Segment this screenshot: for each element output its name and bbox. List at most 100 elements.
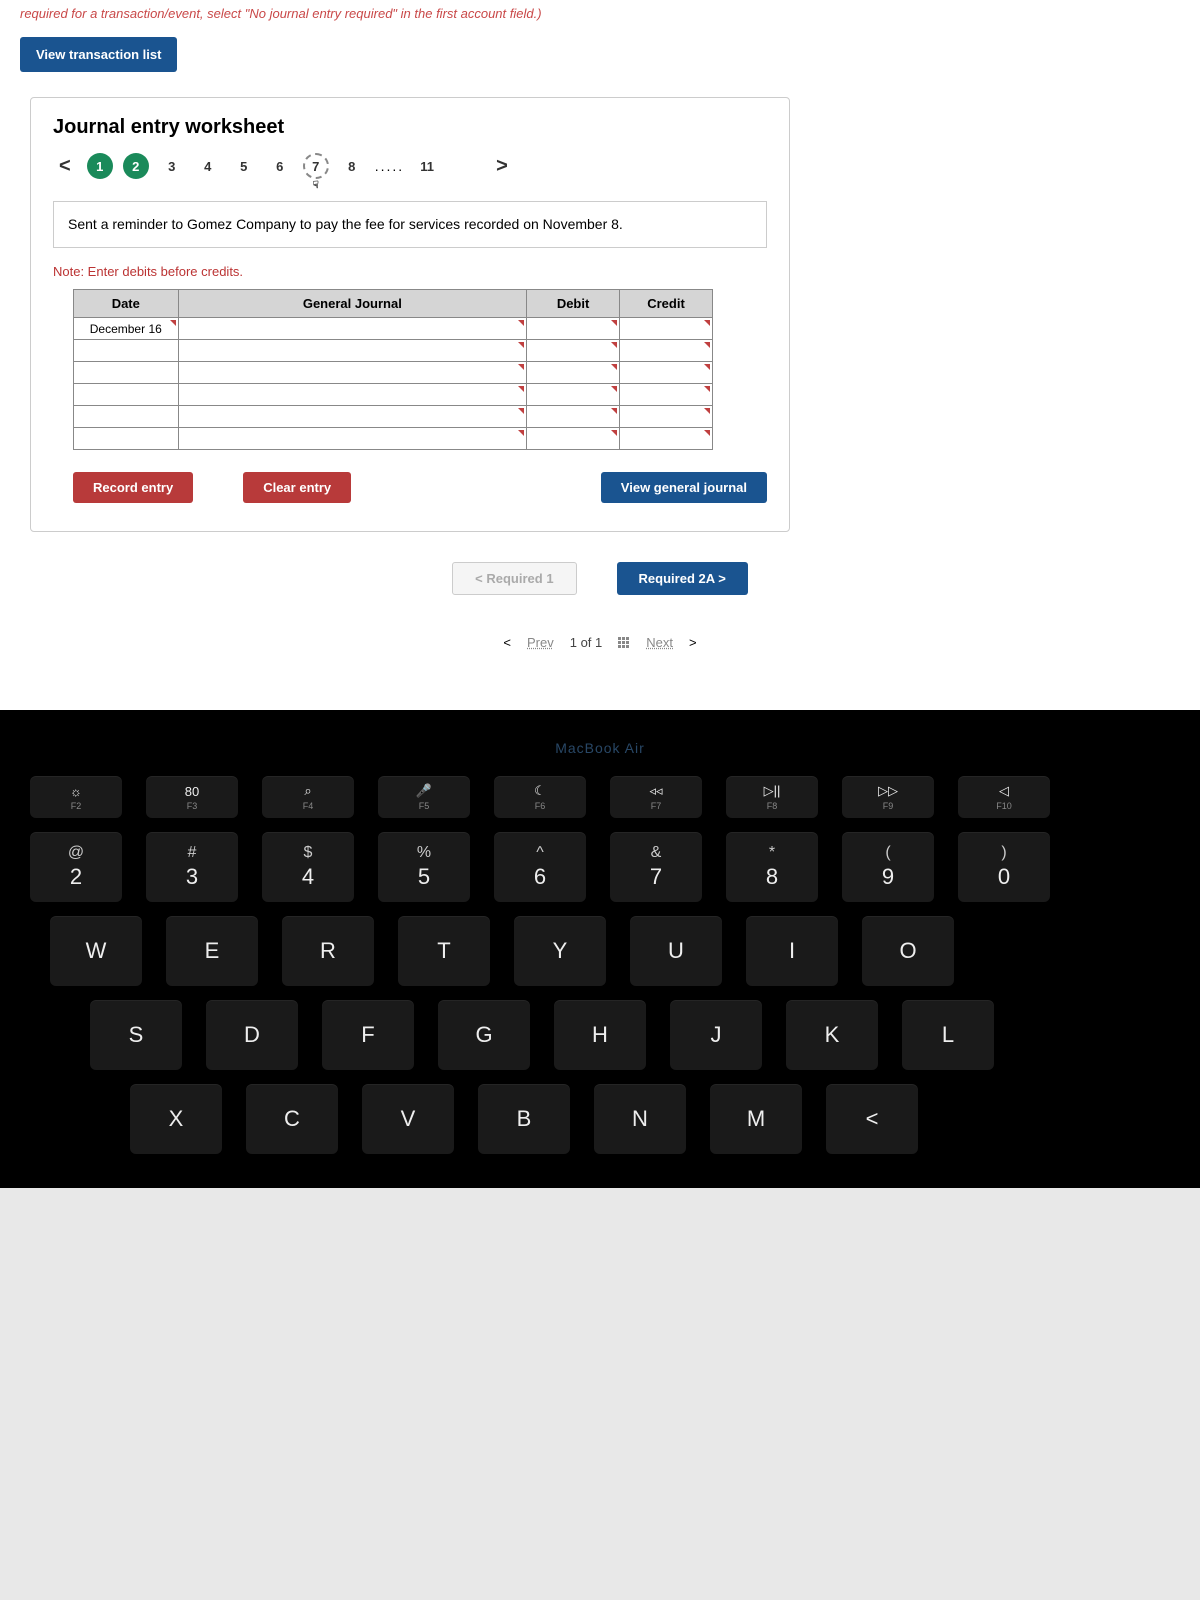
required-2a-button[interactable]: Required 2A >	[617, 562, 748, 595]
key-F2: ☼F2	[30, 776, 122, 818]
cell[interactable]	[178, 362, 527, 384]
step-8[interactable]: 8	[339, 153, 365, 179]
cell[interactable]	[620, 428, 713, 450]
key-0: )0	[958, 832, 1050, 902]
key-F6: ☾F6	[494, 776, 586, 818]
required-1-button[interactable]: < Required 1	[452, 562, 576, 595]
pager-prev-arrow[interactable]: <	[503, 635, 511, 650]
cell[interactable]	[178, 384, 527, 406]
step-3[interactable]: 3	[159, 153, 185, 179]
col-general-journal: General Journal	[178, 290, 527, 318]
worksheet-card: Journal entry worksheet < 1 2 3 4 5 6 7 …	[30, 97, 790, 532]
keyboard: MacBook Air ☼F280F3⌕F4🎤F5☾F6◃◃F7▷||F8▷▷F…	[0, 710, 1200, 1188]
cell[interactable]	[74, 362, 179, 384]
dropdown-icon[interactable]	[611, 320, 617, 326]
cell[interactable]	[620, 340, 713, 362]
nav-prev-arrow[interactable]: <	[53, 155, 77, 178]
cell-debit[interactable]	[527, 318, 620, 340]
key-F9: ▷▷F9	[842, 776, 934, 818]
clear-entry-button[interactable]: Clear entry	[243, 472, 351, 503]
cell[interactable]	[74, 340, 179, 362]
key-7: &7	[610, 832, 702, 902]
key-R: R	[282, 916, 374, 986]
key-B: B	[478, 1084, 570, 1154]
cell-gj[interactable]	[178, 318, 527, 340]
step-navigation: < 1 2 3 4 5 6 7 8 ..... 11 >	[53, 153, 767, 179]
note-text: Note: Enter debits before credits.	[53, 264, 767, 279]
dropdown-icon[interactable]	[518, 320, 524, 326]
key-L: L	[902, 1000, 994, 1070]
pager-next-arrow[interactable]: >	[689, 635, 697, 650]
key-Y: Y	[514, 916, 606, 986]
cell[interactable]	[620, 406, 713, 428]
step-4[interactable]: 4	[195, 153, 221, 179]
cell[interactable]	[178, 340, 527, 362]
key-8: *8	[726, 832, 818, 902]
pager-prev[interactable]: Prev	[527, 635, 554, 650]
cell-date[interactable]: December 16	[74, 318, 179, 340]
key-W: W	[50, 916, 142, 986]
key-X: X	[130, 1084, 222, 1154]
cell[interactable]	[74, 428, 179, 450]
key-F10: ◁F10	[958, 776, 1050, 818]
cell-credit[interactable]	[620, 318, 713, 340]
key-E: E	[166, 916, 258, 986]
grid-view-icon[interactable]	[618, 637, 630, 649]
cell[interactable]	[620, 362, 713, 384]
key-J: J	[670, 1000, 762, 1070]
key-N: N	[594, 1084, 686, 1154]
step-11[interactable]: 11	[414, 153, 440, 179]
key-F8: ▷||F8	[726, 776, 818, 818]
cell[interactable]	[527, 384, 620, 406]
view-transaction-list-button[interactable]: View transaction list	[20, 37, 177, 72]
col-debit: Debit	[527, 290, 620, 318]
key-F7: ◃◃F7	[610, 776, 702, 818]
key-G: G	[438, 1000, 530, 1070]
transaction-description: Sent a reminder to Gomez Company to pay …	[53, 201, 767, 248]
key-I: I	[746, 916, 838, 986]
step-6[interactable]: 6	[267, 153, 293, 179]
pager: < Prev 1 of 1 Next >	[20, 635, 1180, 680]
key-K: K	[786, 1000, 878, 1070]
key-F: F	[322, 1000, 414, 1070]
key-S: S	[90, 1000, 182, 1070]
key-V: V	[362, 1084, 454, 1154]
key-D: D	[206, 1000, 298, 1070]
key-2: @2	[30, 832, 122, 902]
cell[interactable]	[527, 340, 620, 362]
step-7-current[interactable]: 7	[303, 153, 329, 179]
key-6: ^6	[494, 832, 586, 902]
key-4: $4	[262, 832, 354, 902]
cell[interactable]	[74, 384, 179, 406]
key-C: C	[246, 1084, 338, 1154]
cell[interactable]	[74, 406, 179, 428]
instruction-text: required for a transaction/event, select…	[20, 0, 1180, 27]
key-5: %5	[378, 832, 470, 902]
record-entry-button[interactable]: Record entry	[73, 472, 193, 503]
step-5[interactable]: 5	[231, 153, 257, 179]
cell[interactable]	[527, 406, 620, 428]
pager-count: 1 of 1	[570, 635, 603, 650]
key-F3: 80F3	[146, 776, 238, 818]
journal-entry-table: Date General Journal Debit Credit Decemb…	[73, 289, 713, 450]
key-O: O	[862, 916, 954, 986]
key-F4: ⌕F4	[262, 776, 354, 818]
pager-next[interactable]: Next	[646, 635, 673, 650]
view-general-journal-button[interactable]: View general journal	[601, 472, 767, 503]
cell[interactable]	[527, 428, 620, 450]
dropdown-icon[interactable]	[704, 320, 710, 326]
step-1[interactable]: 1	[87, 153, 113, 179]
key-F5: 🎤F5	[378, 776, 470, 818]
dropdown-icon[interactable]	[170, 320, 176, 326]
worksheet-title: Journal entry worksheet	[53, 116, 767, 139]
cell[interactable]	[527, 362, 620, 384]
key-9: (9	[842, 832, 934, 902]
cell[interactable]	[178, 406, 527, 428]
step-2[interactable]: 2	[123, 153, 149, 179]
key-T: T	[398, 916, 490, 986]
col-credit: Credit	[620, 290, 713, 318]
key-U: U	[630, 916, 722, 986]
cell[interactable]	[620, 384, 713, 406]
cell[interactable]	[178, 428, 527, 450]
nav-next-arrow[interactable]: >	[490, 155, 514, 178]
